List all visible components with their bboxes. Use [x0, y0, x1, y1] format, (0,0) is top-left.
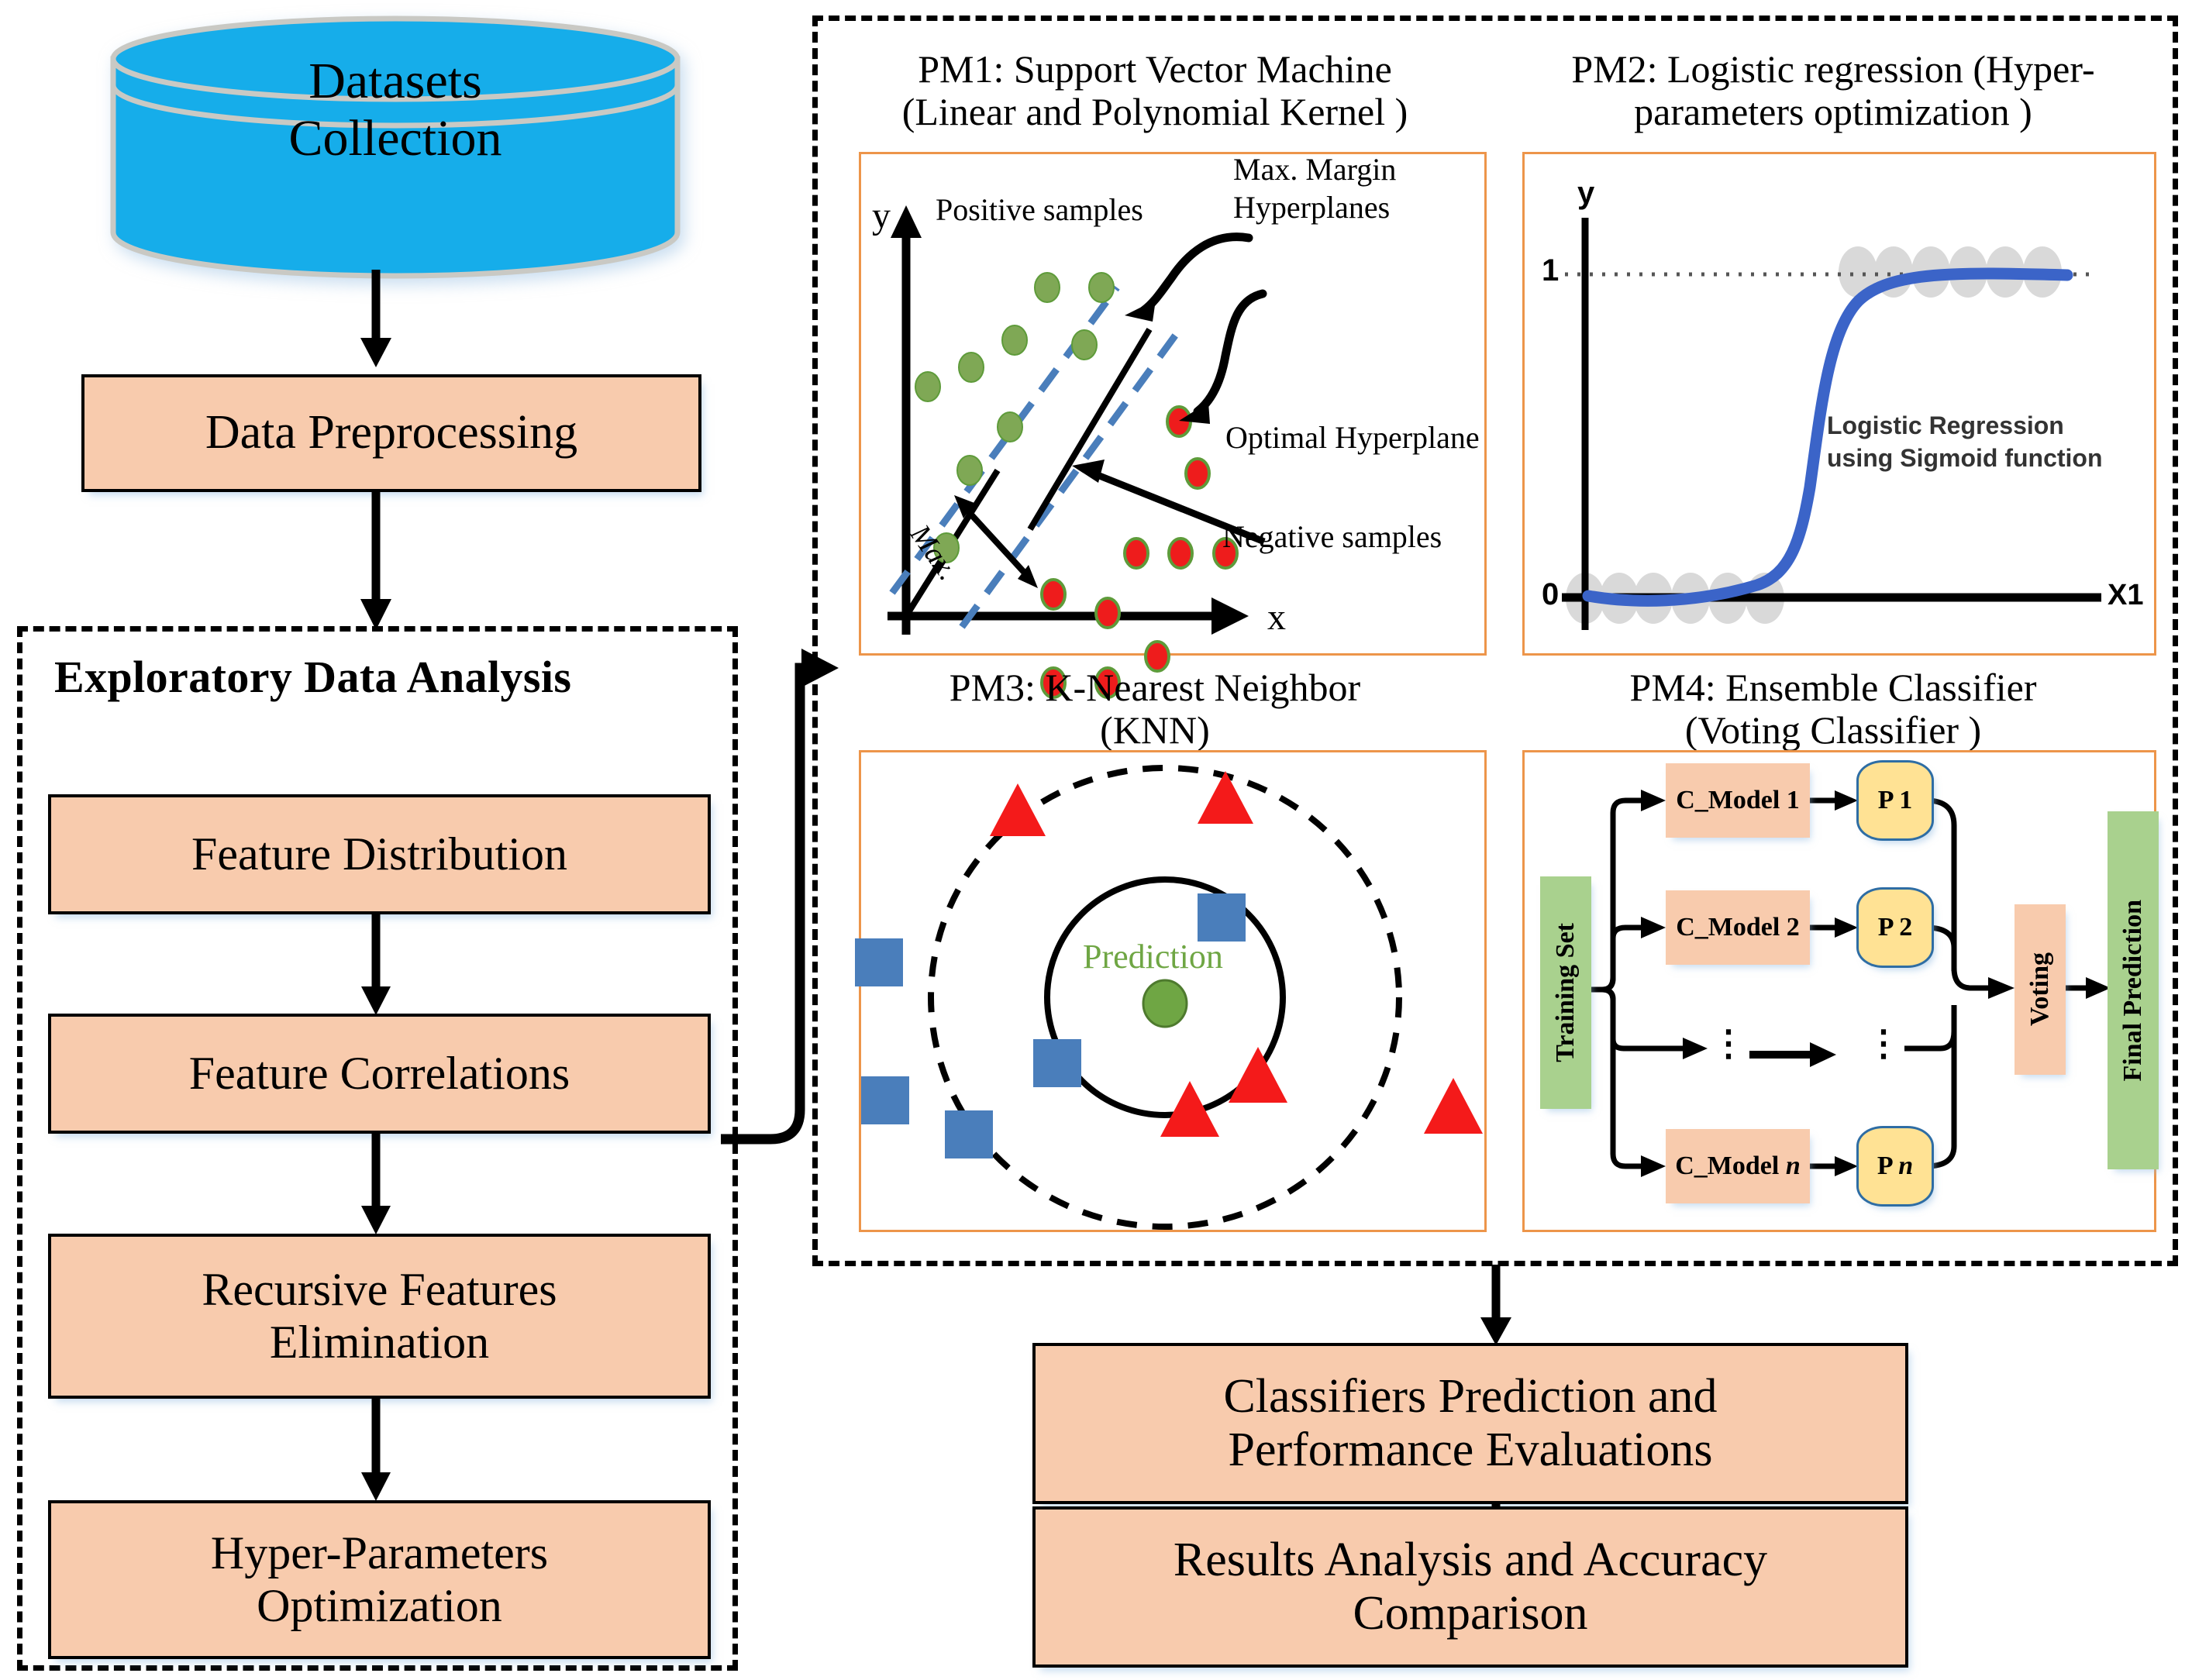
arrow-models-to-classifiers-evaluation	[1473, 1265, 1519, 1347]
arrow-eda-2-to-3	[353, 1132, 399, 1236]
ensemble-prediction-n-label: P n	[1877, 1152, 1913, 1181]
pm4-title-line2: (Voting Classifier )	[1684, 708, 1982, 752]
sigmoid-tick-zero: 0	[1542, 577, 1560, 611]
eda-title: Exploratory Data Analysis	[54, 652, 572, 702]
ensemble-prediction-2-box[interactable]: P 2	[1856, 887, 1934, 968]
ensemble-ellipsis-left: ⋮	[1711, 1024, 1746, 1063]
classifiers-eval-line2: Performance Evaluations	[1228, 1424, 1713, 1476]
pm2-logistic-regression-panel: y X1 1 0 Logistic Regression using Sigmo…	[1522, 152, 2156, 656]
pm1-title-line2: (Linear and Polynomial Kernel )	[901, 90, 1408, 133]
ensemble-prediction-label: P 1	[1877, 786, 1913, 814]
pm4-title: PM4: Ensemble Classifier (Voting Classif…	[1511, 666, 2155, 752]
results-line2: Comparison	[1353, 1587, 1588, 1640]
eda-step-recursive-features-elimination[interactable]: Recursive Features Elimination	[48, 1234, 711, 1399]
eda-step-label: Feature Correlations	[188, 1047, 570, 1099]
pm1-svm-panel: y x Positive samples Negative samples Ma…	[859, 151, 1487, 699]
datasets-collection-cylinder: Datasets Collection	[109, 14, 682, 279]
ensemble-model-n-box[interactable]: C_Model n	[1666, 1129, 1810, 1203]
ensemble-prediction-1-box[interactable]: P 1	[1856, 760, 1934, 841]
sigmoid-tick-one: 1	[1542, 253, 1560, 287]
eda-step-label-line1: Recursive Features	[202, 1264, 557, 1316]
classifiers-eval-line1: Classifiers Prediction and	[1223, 1369, 1718, 1423]
knn-plot	[855, 765, 1483, 1230]
svm-label-y: y	[872, 195, 891, 236]
sigmoid-annotation-line1: Logistic Regression	[1827, 411, 2064, 439]
datasets-label-line2: Collection	[288, 109, 502, 167]
sigmoid-label-x1: X1	[2108, 579, 2144, 611]
svm-label-negative-samples: Negative samples	[1222, 519, 1442, 554]
ensemble-model-n-label: C_Model n	[1675, 1152, 1801, 1181]
arrow-eda-3-to-4	[353, 1397, 399, 1503]
sigmoid-plot	[1562, 218, 2101, 630]
eda-step-feature-distribution[interactable]: Feature Distribution	[48, 794, 711, 914]
ensemble-prediction-n-italic: n	[1898, 1152, 1914, 1180]
ensemble-model-label: C_Model 2	[1676, 913, 1800, 942]
data-preprocessing-label: Data Preprocessing	[205, 406, 578, 460]
svm-label-optimal-hyperplane: Optimal Hyperplane	[1225, 420, 1480, 455]
svm-plot	[887, 205, 1267, 699]
arrow-eda-1-to-2	[353, 913, 399, 1017]
ensemble-ellipsis-right: ⋮	[1866, 1024, 1901, 1063]
pm1-title-line1: PM1: Support Vector Machine	[918, 47, 1392, 91]
svm-max-margin-line2: Hyperplanes	[1233, 189, 1391, 225]
ensemble-final-prediction-box[interactable]: Final Prediction	[2108, 811, 2159, 1169]
arrow-datasets-to-preprocessing	[353, 270, 399, 370]
ensemble-prediction-label: P 2	[1877, 913, 1913, 942]
svm-label-max-margin-hyperplanes: Max. Margin Hyperplanes	[1233, 151, 1396, 227]
pm2-title: PM2: Logistic regression (Hyper- paramet…	[1511, 48, 2155, 133]
arrow-preprocessing-to-eda	[353, 491, 399, 632]
ensemble-training-set-label: Training Set	[1551, 923, 1580, 1062]
pm3-title-line2: (KNN)	[1100, 708, 1210, 752]
ensemble-prediction-n-prefix: P	[1877, 1152, 1899, 1180]
pm3-title: PM3: K-Nearest Neighbor (KNN)	[845, 666, 1465, 752]
ensemble-model-n-prefix: C_Model	[1675, 1152, 1786, 1180]
results-line1: Results Analysis and Accuracy	[1173, 1533, 1768, 1586]
datasets-label-line1: Datasets	[308, 53, 482, 109]
pm4-title-line1: PM4: Ensemble Classifier	[1629, 666, 2037, 709]
ensemble-prediction-n-box[interactable]: P n	[1856, 1126, 1934, 1207]
data-preprocessing-box[interactable]: Data Preprocessing	[81, 374, 701, 492]
ensemble-training-set-box[interactable]: Training Set	[1540, 876, 1591, 1109]
pm2-title-line1: PM2: Logistic regression (Hyper-	[1571, 47, 2095, 91]
eda-step-label: Feature Distribution	[191, 828, 567, 880]
pm4-ensemble-panel: Training Set C_Model 1 C_Model 2 C_Model…	[1522, 750, 2159, 1232]
ensemble-model-label: C_Model 1	[1676, 786, 1800, 814]
pm1-title: PM1: Support Vector Machine (Linear and …	[845, 48, 1465, 133]
ensemble-voting-box[interactable]: Voting	[2015, 904, 2066, 1075]
svm-label-x: x	[1267, 597, 1286, 638]
ensemble-final-prediction-label: Final Prediction	[2118, 899, 2147, 1082]
eda-step-label-line1: Hyper-Parameters	[210, 1527, 549, 1579]
svm-label-positive-samples: Positive samples	[936, 192, 1143, 227]
pm3-knn-panel: Prediction	[855, 750, 1487, 1232]
sigmoid-annotation: Logistic Regression using Sigmoid functi…	[1827, 410, 2103, 474]
sigmoid-annotation-line2: using Sigmoid function	[1827, 443, 2103, 472]
results-analysis-accuracy-box[interactable]: Results Analysis and Accuracy Comparison	[1032, 1506, 1908, 1668]
sigmoid-label-y: y	[1577, 176, 1595, 210]
eda-step-feature-correlations[interactable]: Feature Correlations	[48, 1014, 711, 1134]
eda-step-label-line2: Optimization	[257, 1579, 502, 1631]
svm-max-margin-line1: Max. Margin	[1233, 152, 1397, 187]
eda-step-hyper-parameters-optimization[interactable]: Hyper-Parameters Optimization	[48, 1500, 711, 1659]
knn-prediction-label: Prediction	[1083, 938, 1223, 976]
pm2-title-line2: parameters optimization )	[1634, 90, 2032, 133]
ensemble-model-1-box[interactable]: C_Model 1	[1666, 763, 1810, 838]
ensemble-voting-label: Voting	[2025, 952, 2054, 1027]
ensemble-model-n-italic: n	[1785, 1152, 1801, 1180]
pm3-title-line1: PM3: K-Nearest Neighbor	[949, 666, 1361, 709]
ensemble-model-2-box[interactable]: C_Model 2	[1666, 890, 1810, 965]
eda-step-label-line2: Elimination	[269, 1316, 490, 1368]
classifiers-prediction-evaluation-box[interactable]: Classifiers Prediction and Performance E…	[1032, 1343, 1908, 1504]
